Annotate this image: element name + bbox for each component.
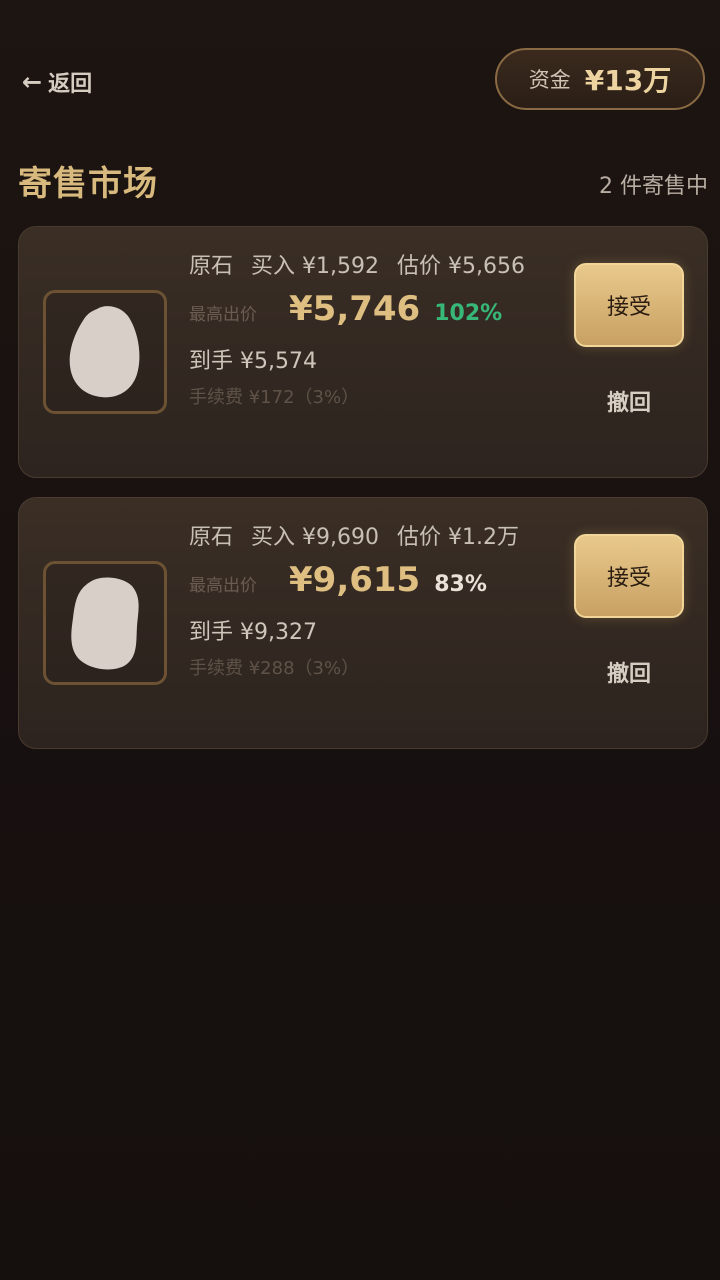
stone-icon bbox=[69, 306, 140, 398]
market-header: 寄售市场 2 件寄售中 bbox=[0, 150, 720, 210]
fee-amount: 手续费 ¥172（3%） bbox=[189, 387, 360, 408]
page-title: 寄售市场 bbox=[18, 164, 158, 204]
listing-info: 原石 买入 ¥1,592 估价 ¥5,656 最高出价 ¥5,746 102% 到手… bbox=[189, 251, 559, 409]
bid-row: 最高出价 ¥5,746 102% bbox=[189, 289, 559, 337]
bid-label: 最高出价 bbox=[189, 576, 257, 596]
bid-percent: 102% bbox=[434, 301, 503, 326]
accept-button[interactable]: 接受 bbox=[574, 263, 684, 347]
stone-icon bbox=[71, 577, 139, 670]
listing-count: 2 件寄售中 bbox=[599, 174, 708, 199]
back-label: 返回 bbox=[48, 72, 93, 97]
funds-badge: 资金 ¥13万 bbox=[495, 48, 705, 110]
back-button[interactable]: ← 返回 bbox=[22, 64, 92, 100]
bid-value: ¥9,615 bbox=[289, 560, 421, 600]
item-name: 原石 bbox=[189, 254, 234, 279]
listing-summary: 原石 买入 ¥9,690 估价 ¥1.2万 bbox=[189, 522, 559, 554]
item-thumbnail bbox=[43, 561, 167, 685]
estimate-price: 估价 ¥1.2万 bbox=[397, 525, 519, 550]
funds-value: ¥13万 bbox=[584, 64, 672, 97]
received-amount: 到手 ¥5,574 bbox=[189, 349, 317, 374]
bid-row: 最高出价 ¥9,615 83% bbox=[189, 560, 559, 608]
bid-percent: 83% bbox=[434, 572, 487, 597]
estimate-price: 估价 ¥5,656 bbox=[397, 254, 525, 279]
buy-price: 买入 ¥1,592 bbox=[251, 254, 379, 279]
bid-label: 最高出价 bbox=[189, 305, 257, 325]
withdraw-button[interactable]: 撤回 bbox=[574, 654, 684, 690]
listing-card: 原石 买入 ¥9,690 估价 ¥1.2万 最高出价 ¥9,615 83% 到手 ¥… bbox=[18, 497, 708, 749]
arrow-left-icon: ← bbox=[22, 68, 43, 96]
listing-info: 原石 买入 ¥9,690 估价 ¥1.2万 最高出价 ¥9,615 83% 到手 ¥… bbox=[189, 522, 559, 680]
bid-value: ¥5,746 bbox=[289, 289, 421, 329]
fee-amount: 手续费 ¥288（3%） bbox=[189, 658, 360, 679]
received-amount: 到手 ¥9,327 bbox=[189, 620, 317, 645]
withdraw-button[interactable]: 撤回 bbox=[574, 383, 684, 419]
funds-label: 资金 bbox=[528, 68, 571, 92]
item-name: 原石 bbox=[189, 525, 234, 550]
item-thumbnail bbox=[43, 290, 167, 414]
listing-summary: 原石 买入 ¥1,592 估价 ¥5,656 bbox=[189, 251, 559, 283]
top-bar: ← 返回 资金 ¥13万 bbox=[0, 0, 720, 150]
buy-price: 买入 ¥9,690 bbox=[251, 525, 379, 550]
accept-button[interactable]: 接受 bbox=[574, 534, 684, 618]
listing-card: 原石 买入 ¥1,592 估价 ¥5,656 最高出价 ¥5,746 102% 到手… bbox=[18, 226, 708, 478]
